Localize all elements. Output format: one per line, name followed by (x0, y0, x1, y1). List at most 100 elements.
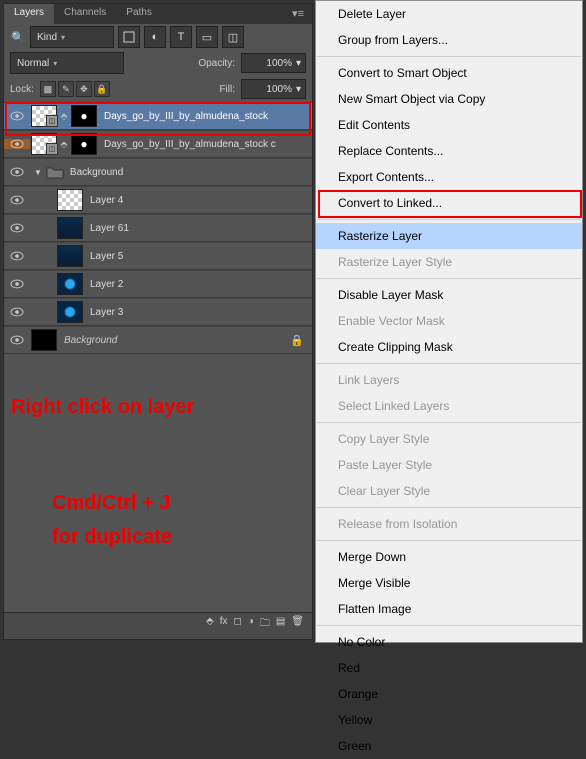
filter-pixel-icon[interactable] (118, 26, 140, 48)
lock-icon: 🔒 (290, 334, 312, 347)
layer-row[interactable]: Layer 3 (4, 298, 312, 326)
menu-item[interactable]: Group from Layers... (316, 27, 582, 53)
menu-item[interactable]: No Color (316, 629, 582, 655)
layer-row[interactable]: Layer 2 (4, 270, 312, 298)
lock-position-icon[interactable]: ✥ (76, 81, 92, 97)
menu-item[interactable]: Orange (316, 681, 582, 707)
layer-row[interactable]: Layer 5 (4, 242, 312, 270)
layer-name[interactable]: Days_go_by_III_by_almudena_stock c (98, 139, 312, 150)
delete-layer-icon[interactable]: 🗑 (291, 616, 304, 636)
layer-style-icon[interactable]: fx (220, 616, 228, 636)
layer-mask-thumbnail[interactable]: ● (71, 105, 97, 127)
menu-item[interactable]: Merge Down (316, 544, 582, 570)
layer-name[interactable]: Layer 4 (84, 195, 312, 206)
visibility-toggle[interactable] (4, 279, 30, 289)
fill-input[interactable]: 100%▾ (241, 79, 306, 99)
visibility-toggle[interactable] (4, 335, 30, 345)
mask-link-icon[interactable]: ⬘ (58, 111, 70, 122)
menu-item[interactable]: New Smart Object via Copy (316, 86, 582, 112)
layer-thumbnail[interactable] (57, 273, 83, 295)
layer-mask-thumbnail[interactable]: ● (71, 133, 97, 155)
blend-mode-value: Normal (17, 58, 49, 69)
new-layer-icon[interactable]: ▤ (276, 616, 285, 636)
menu-separator (317, 278, 581, 279)
layer-name[interactable]: Layer 61 (84, 223, 312, 234)
panel-tabs: Layers Channels Paths ▾≡ (4, 4, 312, 24)
visibility-toggle[interactable] (4, 139, 30, 149)
layer-row[interactable]: ▼ Background (4, 158, 312, 186)
layer-list: ◫⬘●Days_go_by_III_by_almudena_stock◫⬘●Da… (4, 102, 312, 354)
menu-item[interactable]: Disable Layer Mask (316, 282, 582, 308)
lock-buttons: ▩ ✎ ✥ 🔒 (40, 81, 110, 97)
menu-item[interactable]: Flatten Image (316, 596, 582, 622)
menu-item: Paste Layer Style (316, 452, 582, 478)
folder-icon (46, 165, 64, 179)
blend-row: Normal▾ Opacity: 100%▾ (4, 50, 312, 76)
layer-thumbnail[interactable] (57, 301, 83, 323)
annotation-text: Right click on layer (11, 396, 194, 419)
menu-item: Rasterize Layer Style (316, 249, 582, 275)
layer-name[interactable]: Layer 2 (84, 279, 312, 290)
adjustment-layer-icon[interactable]: ◑ (248, 616, 254, 636)
lock-transparency-icon[interactable]: ▩ (40, 81, 56, 97)
menu-item[interactable]: Export Contents... (316, 164, 582, 190)
menu-item[interactable]: Merge Visible (316, 570, 582, 596)
filter-smart-icon[interactable]: ◫ (222, 26, 244, 48)
lock-row: Lock: ▩ ✎ ✥ 🔒 Fill: 100%▾ (4, 76, 312, 102)
visibility-toggle[interactable] (4, 251, 30, 261)
layer-row[interactable]: ◫⬘●Days_go_by_III_by_almudena_stock (4, 102, 312, 130)
layer-name[interactable]: Days_go_by_III_by_almudena_stock (98, 111, 312, 122)
filter-type-icon[interactable]: T (170, 26, 192, 48)
menu-item[interactable]: Replace Contents... (316, 138, 582, 164)
menu-item[interactable]: Red (316, 655, 582, 681)
group-arrow-icon[interactable]: ▼ (30, 168, 46, 177)
visibility-toggle[interactable] (4, 307, 30, 317)
group-icon[interactable]: 🗀 (260, 616, 270, 636)
visibility-toggle[interactable] (4, 167, 30, 177)
panel-menu-icon[interactable]: ▾≡ (284, 4, 312, 24)
menu-item: Copy Layer Style (316, 426, 582, 452)
lock-all-icon[interactable]: 🔒 (94, 81, 110, 97)
menu-separator (317, 363, 581, 364)
filter-adjust-icon[interactable]: ◐ (144, 26, 166, 48)
menu-item[interactable]: Yellow (316, 707, 582, 733)
layer-name[interactable]: Background (58, 335, 290, 346)
layer-row[interactable]: ◫⬘●Days_go_by_III_by_almudena_stock c (4, 130, 312, 158)
layer-name[interactable]: Layer 3 (84, 307, 312, 318)
layer-thumbnail[interactable] (57, 189, 83, 211)
menu-item[interactable]: Create Clipping Mask (316, 334, 582, 360)
menu-item[interactable]: Convert to Smart Object (316, 60, 582, 86)
filter-kind-dropdown[interactable]: Kind▾ (30, 26, 114, 48)
visibility-toggle[interactable] (4, 111, 30, 121)
smart-object-icon: ◫ (46, 143, 58, 155)
layer-row[interactable]: Layer 61 (4, 214, 312, 242)
layer-name[interactable]: Layer 5 (84, 251, 312, 262)
lock-label: Lock: (10, 84, 34, 95)
tab-channels[interactable]: Channels (54, 4, 116, 24)
smart-object-icon: ◫ (46, 115, 58, 127)
layer-thumbnail[interactable] (57, 217, 83, 239)
menu-item[interactable]: Rasterize Layer (316, 223, 582, 249)
menu-item[interactable]: Green (316, 733, 582, 759)
layer-row[interactable]: Layer 4 (4, 186, 312, 214)
mask-link-icon[interactable]: ⬘ (58, 139, 70, 150)
layer-mask-icon[interactable]: ◻ (233, 616, 241, 636)
menu-item[interactable]: Convert to Linked... (316, 190, 582, 216)
layer-row[interactable]: Background🔒 (4, 326, 312, 354)
visibility-toggle[interactable] (4, 195, 30, 205)
tab-paths[interactable]: Paths (116, 4, 162, 24)
opacity-input[interactable]: 100%▾ (241, 53, 306, 73)
layer-thumbnail[interactable] (57, 245, 83, 267)
layer-name[interactable]: Background (64, 167, 312, 178)
visibility-toggle[interactable] (4, 223, 30, 233)
filter-shape-icon[interactable]: ▭ (196, 26, 218, 48)
layer-thumbnail[interactable] (31, 329, 57, 351)
menu-item: Clear Layer Style (316, 478, 582, 504)
menu-separator (317, 422, 581, 423)
blend-mode-dropdown[interactable]: Normal▾ (10, 52, 124, 74)
tab-layers[interactable]: Layers (4, 4, 54, 24)
lock-pixels-icon[interactable]: ✎ (58, 81, 74, 97)
menu-item[interactable]: Delete Layer (316, 1, 582, 27)
menu-item[interactable]: Edit Contents (316, 112, 582, 138)
link-layers-icon[interactable]: ⬘ (206, 616, 214, 636)
